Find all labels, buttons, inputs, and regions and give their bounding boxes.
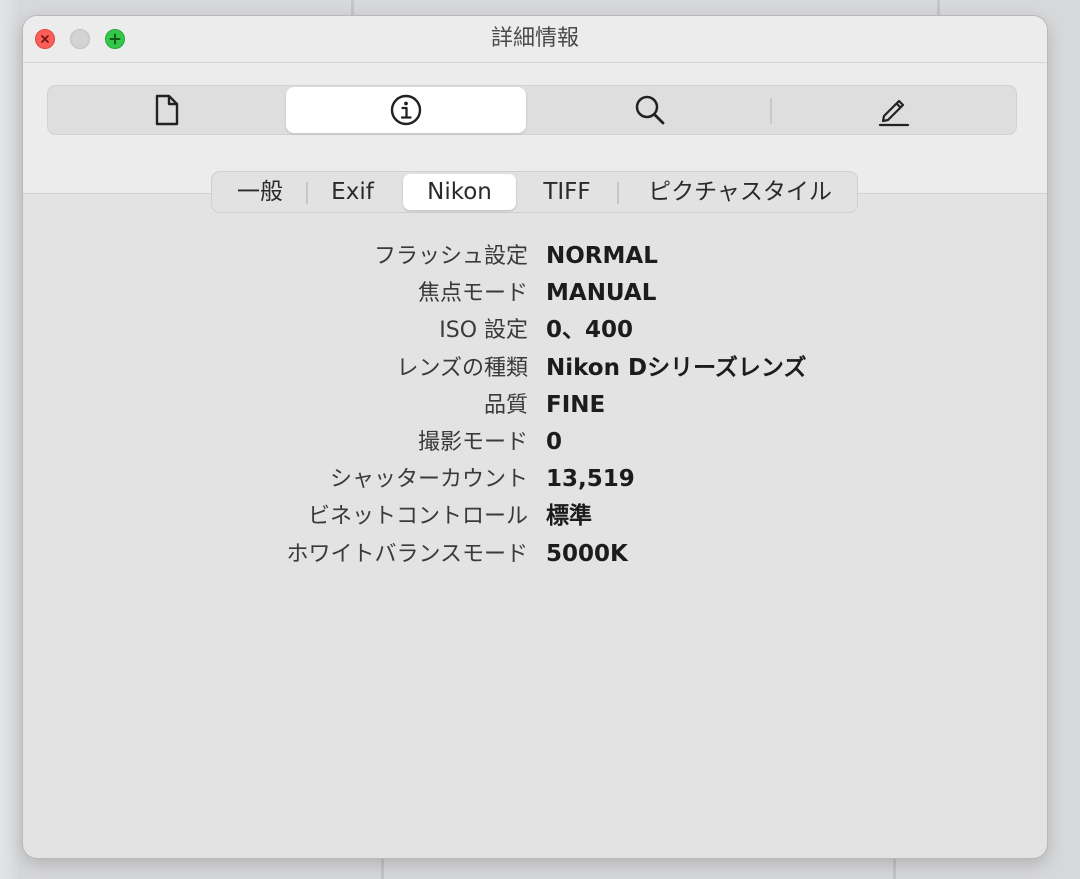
titlebar: 詳細情報 [23,16,1047,62]
info-row: 焦点モード MANUAL [23,275,1047,312]
info-row: フラッシュ設定 NORMAL [23,238,1047,275]
tab-divider [306,182,308,204]
info-row: ホワイトバランスモード 5000K [23,536,1047,573]
tab-bar: 一般 Exif Nikon TIFF ピクチャスタイル [211,171,858,213]
background-seam [381,858,384,879]
info-value: 0 [546,428,563,455]
info-label: 撮影モード [417,429,528,455]
document-icon [155,94,179,126]
info-icon [390,94,422,126]
info-label: ビネットコントロール [307,504,528,530]
toolbar-button-info[interactable] [286,87,526,133]
tab-nikon[interactable]: Nikon [403,174,516,210]
info-value: 0、400 [546,317,634,344]
tab-picture-style[interactable]: ピクチャスタイル [631,174,849,210]
toolbar-divider [770,98,772,124]
info-row: 撮影モード 0 [23,424,1047,461]
info-label: シャッターカウント [329,467,528,493]
info-window: 詳細情報 一般 Exif Nikon TIFF ピクチャスタイル フラッシュ設定… [23,16,1047,858]
info-row: ISO 設定 0、400 [23,312,1047,349]
info-value: MANUAL [546,280,657,307]
tab-general[interactable]: 一般 [219,174,301,210]
info-row: シャッターカウント 13,519 [23,461,1047,498]
tab-tiff[interactable]: TIFF [529,174,605,210]
info-value: FINE [546,391,606,418]
info-label: レンズの種類 [396,355,528,381]
info-value: 13,519 [546,466,635,493]
info-row: 品質 FINE [23,387,1047,424]
info-value: 標準 [546,503,592,530]
window-title: 詳細情報 [490,26,579,51]
background-seam [893,858,896,879]
pencil-icon [878,99,910,127]
background-desktop [0,0,22,879]
tab-divider [617,182,619,204]
info-label: 品質 [483,392,528,418]
info-row: レンズの種類 Nikon Dシリーズレンズ [23,350,1047,387]
info-row: ビネットコントロール 標準 [23,498,1047,535]
search-icon [635,95,665,125]
info-value: 5000K [546,540,628,567]
toolbar-segmented-control [47,85,1017,135]
info-label: 焦点モード [417,281,528,307]
toolbar-button-annotate[interactable] [774,87,1014,133]
info-value: Nikon Dシリーズレンズ [546,354,807,381]
nikon-info-list: フラッシュ設定 NORMAL 焦点モード MANUAL ISO 設定 0、400… [23,238,1047,573]
tab-exif[interactable]: Exif [315,174,390,210]
info-label: フラッシュ設定 [373,244,528,269]
info-value: NORMAL [546,243,658,269]
info-label: ホワイトバランスモード [286,541,528,567]
info-label: ISO 設定 [439,318,528,344]
toolbar-button-search[interactable] [530,87,770,133]
toolbar-button-document[interactable] [47,87,287,133]
